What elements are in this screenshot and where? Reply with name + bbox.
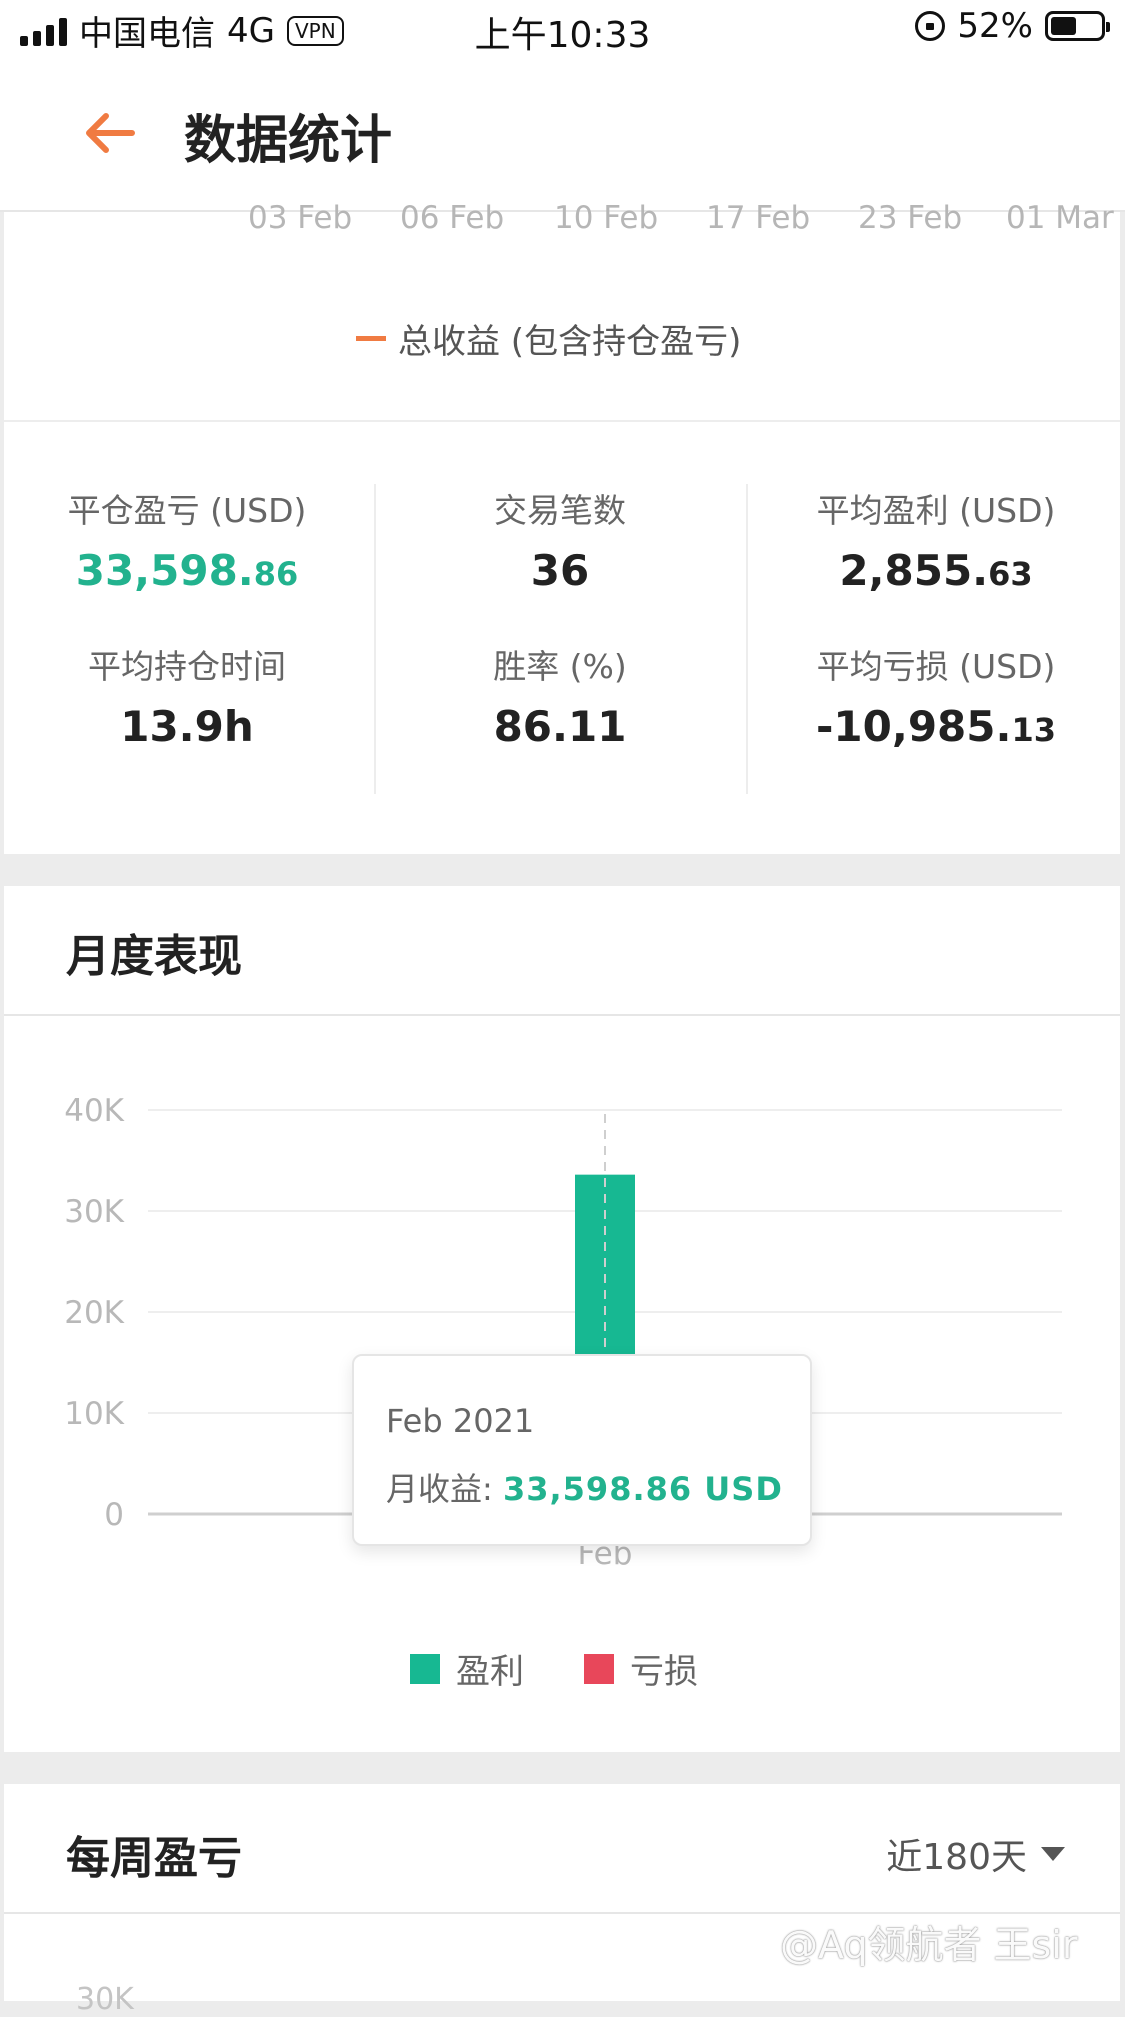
- section-title: 月度表现: [66, 931, 242, 982]
- legend-swatch-profit: [410, 1653, 440, 1684]
- stat-value: 2,855.63: [776, 546, 1096, 595]
- range-label: 近180天: [886, 1837, 1027, 1878]
- stat-label: 平均持仓时间: [88, 647, 286, 686]
- stat-value-int: 33,598.: [75, 546, 254, 595]
- stat-avg-profit: 平均盈利 (USD) 2,855.63: [776, 484, 1096, 595]
- status-right: 52%: [915, 6, 1110, 46]
- tooltip-line: 月收益: 33,598.86 USD: [386, 1464, 783, 1510]
- stat-value: 36: [530, 546, 590, 595]
- legend-item-loss[interactable]: 亏损: [584, 1644, 698, 1693]
- stat-trade-count: 交易笔数 36: [400, 484, 720, 595]
- legend-line-swatch: [356, 336, 386, 341]
- x-tick: 06 Feb: [400, 200, 505, 236]
- tooltip-label: 月收益:: [386, 1470, 503, 1508]
- stat-value: -10,985.13: [776, 702, 1096, 751]
- stat-label: 平均亏损 (USD): [816, 647, 1056, 686]
- arrow-left-icon[interactable]: [80, 108, 140, 158]
- stat-value-int: -10,985.: [816, 702, 1012, 751]
- stat-value: 86.11: [493, 702, 627, 751]
- stat-avg-loss: 平均亏损 (USD) -10,985.13: [776, 640, 1096, 751]
- x-tick: 01 Mar: [1006, 200, 1114, 236]
- battery-fill: [1051, 17, 1076, 35]
- stat-value-dec: 63: [988, 555, 1033, 593]
- section-title: 每周盈亏: [66, 1833, 242, 1884]
- legend-swatch-loss: [584, 1653, 614, 1684]
- stat-value: 13.9h: [120, 702, 254, 751]
- y-tick-label: 40K: [64, 1093, 124, 1129]
- stat-value: 33,598.86: [30, 546, 344, 595]
- app-header: 数据统计: [0, 60, 1125, 212]
- rotation-lock-icon: [915, 11, 946, 41]
- legend-label: 盈利: [456, 1652, 524, 1692]
- top-chart-x-axis: 03 Feb 06 Feb 10 Feb 17 Feb 23 Feb 01 Ma…: [240, 200, 1120, 240]
- y-tick-label: 0: [104, 1497, 124, 1533]
- battery-icon: [1045, 11, 1110, 41]
- top-chart-legend[interactable]: 总收益 (包含持仓盈亏): [356, 314, 741, 363]
- stat-label: 平仓盈亏 (USD): [67, 491, 307, 530]
- y-tick-label: 20K: [64, 1295, 124, 1331]
- x-tick: 23 Feb: [858, 200, 963, 236]
- monthly-legend: 盈利 亏损: [410, 1644, 758, 1693]
- column-divider: [746, 484, 748, 794]
- stat-closed-pnl: 平仓盈亏 (USD) 33,598.86: [30, 484, 344, 595]
- stat-value-dec: 13: [1011, 711, 1056, 749]
- page-title: 数据统计: [184, 111, 393, 171]
- tooltip-value: 33,598.86 USD: [502, 1470, 783, 1508]
- stat-value-dec: 86: [253, 555, 299, 593]
- x-tick: 17 Feb: [706, 200, 811, 236]
- battery-percent: 52%: [957, 6, 1033, 46]
- status-bar: 中国电信 4G VPN 上午10:33 52%: [0, 0, 1125, 60]
- legend-label: 亏损: [630, 1652, 698, 1692]
- caret-down-icon: [1041, 1847, 1065, 1861]
- stat-label: 平均盈利 (USD): [816, 491, 1056, 530]
- stat-avg-hold: 平均持仓时间 13.9h: [30, 640, 344, 751]
- stat-label: 交易笔数: [494, 491, 626, 530]
- stat-win-rate: 胜率 (%) 86.11: [400, 640, 720, 751]
- legend-label: 总收益 (包含持仓盈亏): [398, 322, 742, 362]
- legend-item-profit[interactable]: 盈利: [410, 1644, 524, 1693]
- chart-tooltip: Feb 2021 月收益: 33,598.86 USD: [352, 1354, 812, 1546]
- x-tick: 03 Feb: [248, 200, 353, 236]
- y-tick-label: 30K: [64, 1194, 124, 1230]
- range-dropdown[interactable]: 近180天: [886, 1828, 1065, 1880]
- divider: [4, 1014, 1120, 1016]
- x-tick: 10 Feb: [554, 200, 659, 236]
- watermark: @Aq领航者 王sir: [780, 1923, 1078, 1967]
- y-tick: 30K: [76, 1982, 134, 2017]
- stat-label: 胜率 (%): [493, 647, 627, 686]
- tooltip-title: Feb 2021: [386, 1402, 535, 1440]
- y-tick-label: 10K: [64, 1396, 124, 1432]
- stat-value-int: 2,855.: [839, 546, 989, 595]
- column-divider: [374, 484, 376, 794]
- divider: [4, 420, 1120, 422]
